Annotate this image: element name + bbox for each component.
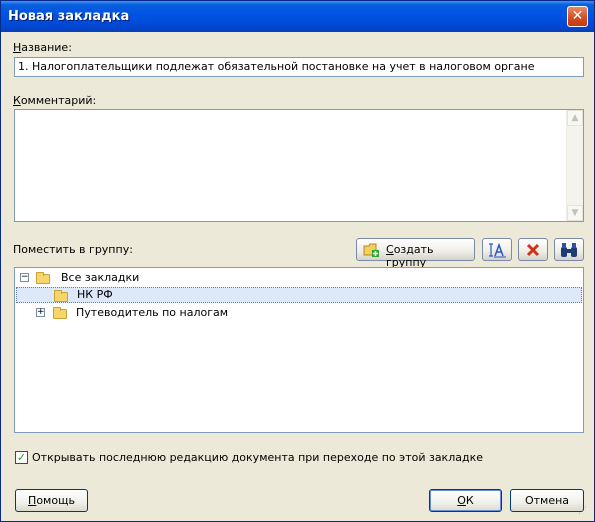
tree-node-tax-guide[interactable]: + Путеводитель по налогам [16,305,582,321]
delete-group-button[interactable] [518,238,548,261]
open-latest-label[interactable]: Открывать последнюю редакцию документа п… [32,451,483,464]
close-button[interactable]: ✕ [567,6,588,27]
delete-icon [526,243,540,257]
close-icon: ✕ [571,8,584,24]
tree-node-all-bookmarks[interactable]: − Все закладки [16,270,582,286]
comment-label: Комментарий: [13,94,97,107]
tree-node-nk-rf[interactable]: НК РФ [16,287,582,303]
scroll-up-icon[interactable]: ▲ [567,110,583,126]
checkmark-icon: ✓ [16,451,27,464]
new-folder-icon [363,243,379,257]
expand-icon[interactable]: + [36,308,45,317]
title-bar[interactable]: Новая закладка ✕ [1,1,594,32]
folder-icon [36,272,50,284]
rename-icon [489,242,506,258]
binoculars-icon [561,243,577,257]
group-tree[interactable]: − Все закладки НК РФ + Путеводитель по н… [14,267,584,433]
group-label: Поместить в группу: [13,243,133,256]
name-label: Название: [13,41,72,54]
create-group-label: Создать группу [386,243,434,269]
new-bookmark-dialog: Новая закладка ✕ Название: 1. Налогоплат… [0,0,595,522]
create-group-button[interactable]: Создать группу [356,238,475,269]
dialog-body: Название: 1. Налогоплательщики подлежат … [4,32,591,519]
tree-node-label: Путеводитель по налогам [76,306,229,319]
comment-textarea[interactable]: ▲ ▼ [14,109,584,222]
help-button[interactable]: Помощь [15,489,88,512]
comment-scrollbar[interactable]: ▲ ▼ [566,110,583,221]
resize-grip-icon[interactable]: ⋰ [578,506,590,518]
collapse-icon[interactable]: − [20,273,29,282]
rename-group-button[interactable] [482,238,512,261]
dialog-title: Новая закладка [8,9,130,24]
cancel-button[interactable]: Отмена [510,489,584,512]
tree-node-label: НК РФ [77,288,113,301]
folder-icon [53,307,67,319]
name-input[interactable]: 1. Налогоплательщики подлежат обязательн… [14,57,584,77]
folder-icon [54,290,68,302]
tree-node-label: Все закладки [61,271,140,284]
scroll-down-icon[interactable]: ▼ [567,205,583,221]
open-latest-checkbox[interactable]: ✓ [15,451,28,464]
find-group-button[interactable] [554,238,584,261]
ok-button[interactable]: ОК [429,489,502,512]
